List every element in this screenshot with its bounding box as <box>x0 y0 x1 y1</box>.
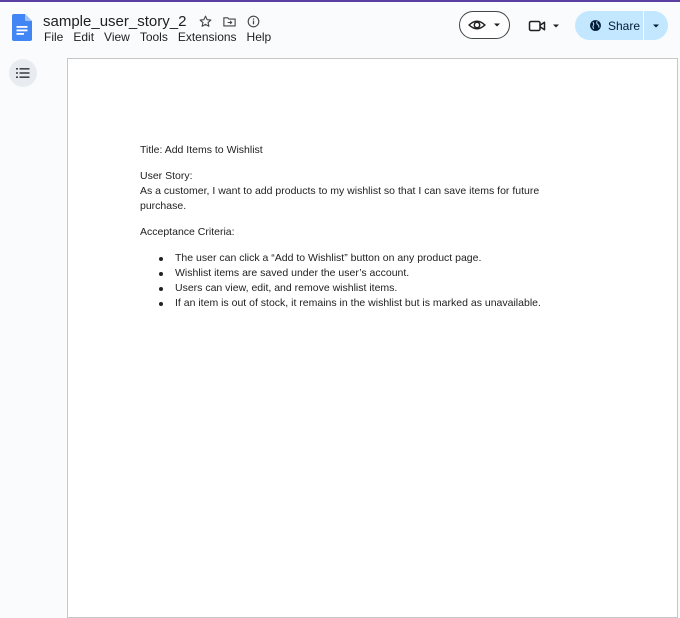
share-label: Share <box>608 18 641 33</box>
globe-icon <box>590 20 601 31</box>
acceptance-heading: Acceptance Criteria: <box>140 226 235 238</box>
document-outline-button[interactable] <box>9 59 37 87</box>
list-item: The user can click a “Add to Wishlist” b… <box>140 251 560 266</box>
chevron-down-icon <box>553 24 559 28</box>
user-story-heading: User Story: <box>140 170 193 182</box>
video-camera-icon <box>528 20 546 32</box>
document-title[interactable]: sample_user_story_2 <box>43 13 186 30</box>
chevron-down-icon <box>653 24 659 27</box>
share-options-button[interactable] <box>644 11 668 40</box>
google-docs-icon[interactable] <box>12 14 32 41</box>
view-mode-button[interactable] <box>459 11 510 39</box>
list-item: Wishlist items are saved under the user’… <box>140 266 560 281</box>
menu-help[interactable]: Help <box>247 30 272 44</box>
title-row: sample_user_story_2 <box>43 11 270 31</box>
menu-extensions[interactable]: Extensions <box>178 30 237 44</box>
list-item: Users can view, edit, and remove wishlis… <box>140 281 560 296</box>
chevron-down-icon <box>493 23 500 27</box>
star-icon[interactable] <box>198 14 213 29</box>
user-story-text: As a customer, I want to add products to… <box>140 185 540 212</box>
document-body[interactable]: Title: Add Items to Wishlist User Story:… <box>140 143 560 311</box>
menu-bar: File Edit View Tools Extensions Help <box>44 30 281 44</box>
menu-tools[interactable]: Tools <box>140 30 168 44</box>
info-icon[interactable] <box>246 14 261 29</box>
share-button-group: Share <box>575 11 668 40</box>
menu-file[interactable]: File <box>44 30 63 44</box>
menu-edit[interactable]: Edit <box>73 30 94 44</box>
list-item: If an item is out of stock, it remains i… <box>140 296 560 311</box>
eye-icon <box>467 20 486 30</box>
doc-title-line: Title: Add Items to Wishlist <box>140 144 263 156</box>
header: sample_user_story_2 File Edit View Tools… <box>0 2 680 54</box>
document-page[interactable]: Title: Add Items to Wishlist User Story:… <box>67 58 678 618</box>
menu-view[interactable]: View <box>104 30 130 44</box>
list-icon <box>16 68 30 78</box>
acceptance-criteria-list: The user can click a “Add to Wishlist” b… <box>140 251 560 311</box>
share-button[interactable]: Share <box>575 11 643 40</box>
folder-move-icon[interactable] <box>222 14 237 29</box>
meet-button[interactable] <box>528 16 562 36</box>
